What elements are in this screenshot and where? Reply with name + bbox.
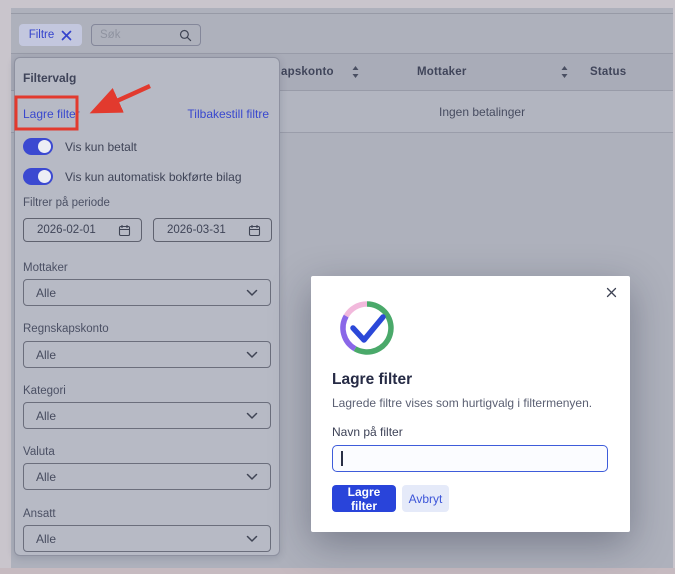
modal-description: Lagrede filtre vises som hurtigvalg i fi… <box>332 396 593 410</box>
chevron-down-icon <box>246 351 258 358</box>
toggle-knob <box>38 140 51 153</box>
toggle-vis-kun-betalt[interactable] <box>23 138 53 155</box>
reset-filters-link[interactable]: Tilbakestill filtre <box>187 107 269 121</box>
dropdown-value: Alle <box>36 469 57 484</box>
toggle-label: Vis kun betalt <box>65 139 137 154</box>
date-from-input[interactable]: 2026-02-01 <box>23 218 142 242</box>
filter-chip[interactable]: Filtre <box>19 24 82 46</box>
text-cursor <box>341 451 343 466</box>
toggle-vis-kun-automatisk[interactable] <box>23 168 53 185</box>
save-filter-link[interactable]: Lagre filter <box>23 107 80 121</box>
magnifier-icon <box>179 29 192 41</box>
column-header-regnskapskonto[interactable]: apskonto <box>281 54 334 90</box>
filter-panel: Filtervalg Lagre filter Tilbakestill fil… <box>14 57 280 556</box>
dropdown-value: Alle <box>36 347 57 362</box>
modal-title: Lagre filter <box>332 371 413 388</box>
column-header-status[interactable]: Status <box>590 54 626 90</box>
page: Filtre Søk apskonto Mottaker Status Inge… <box>0 0 675 574</box>
toggle-row-autobooked: Vis kun automatisk bokførte bilag <box>23 168 242 185</box>
filter-name-input[interactable] <box>332 445 608 472</box>
dropdown-label-valuta: Valuta <box>23 446 55 458</box>
sort-arrows-icon[interactable] <box>351 54 360 90</box>
chevron-down-icon <box>246 412 258 419</box>
date-to-value: 2026-03-31 <box>167 224 226 236</box>
dropdown-kategori[interactable]: Alle <box>23 402 271 429</box>
cancel-button[interactable]: Avbryt <box>402 485 449 512</box>
search-input[interactable]: Søk <box>91 24 201 46</box>
empty-state-text: Ingen betalinger <box>439 104 526 119</box>
dropdown-label-kategori: Kategori <box>23 385 66 397</box>
filter-panel-title: Filtervalg <box>23 71 77 85</box>
filter-chip-label: Filtre <box>28 29 55 41</box>
dropdown-label-ansatt: Ansatt <box>23 508 56 520</box>
dropdown-valuta[interactable]: Alle <box>23 463 271 490</box>
chevron-down-icon <box>246 289 258 296</box>
column-header-mottaker[interactable]: Mottaker <box>417 54 467 90</box>
dropdown-value: Alle <box>36 285 57 300</box>
dropdown-label-regnskapskonto: Regnskapskonto <box>23 323 109 335</box>
save-filter-button[interactable]: Lagre filter <box>332 485 396 513</box>
dropdown-value: Alle <box>36 531 57 546</box>
period-label: Filtrer på periode <box>23 197 110 209</box>
chevron-down-icon <box>246 473 258 480</box>
toggle-knob <box>38 170 51 183</box>
save-filter-modal: Lagre filter Lagrede filtre vises som hu… <box>311 276 630 532</box>
calendar-icon <box>118 224 131 236</box>
toggle-label: Vis kun automatisk bokførte bilag <box>65 169 242 184</box>
date-to-input[interactable]: 2026-03-31 <box>153 218 272 242</box>
search-placeholder: Søk <box>100 29 121 41</box>
toggle-row-paid: Vis kun betalt <box>23 138 137 155</box>
filter-name-label: Navn på filter <box>332 425 403 439</box>
date-from-value: 2026-02-01 <box>37 224 96 236</box>
dropdown-regnskapskonto[interactable]: Alle <box>23 341 271 368</box>
close-icon <box>606 287 616 297</box>
dropdown-mottaker[interactable]: Alle <box>23 279 271 306</box>
chevron-down-icon <box>246 535 258 542</box>
dropdown-value: Alle <box>36 408 57 423</box>
bottom-edge <box>0 568 675 574</box>
check-circle-icon <box>338 299 396 362</box>
sort-arrows-icon[interactable] <box>560 54 569 90</box>
top-divider <box>11 13 673 14</box>
dropdown-label-mottaker: Mottaker <box>23 262 68 274</box>
modal-close-button[interactable] <box>604 285 618 299</box>
calendar-icon <box>248 224 261 236</box>
close-icon[interactable] <box>61 30 72 41</box>
dropdown-ansatt[interactable]: Alle <box>23 525 271 552</box>
